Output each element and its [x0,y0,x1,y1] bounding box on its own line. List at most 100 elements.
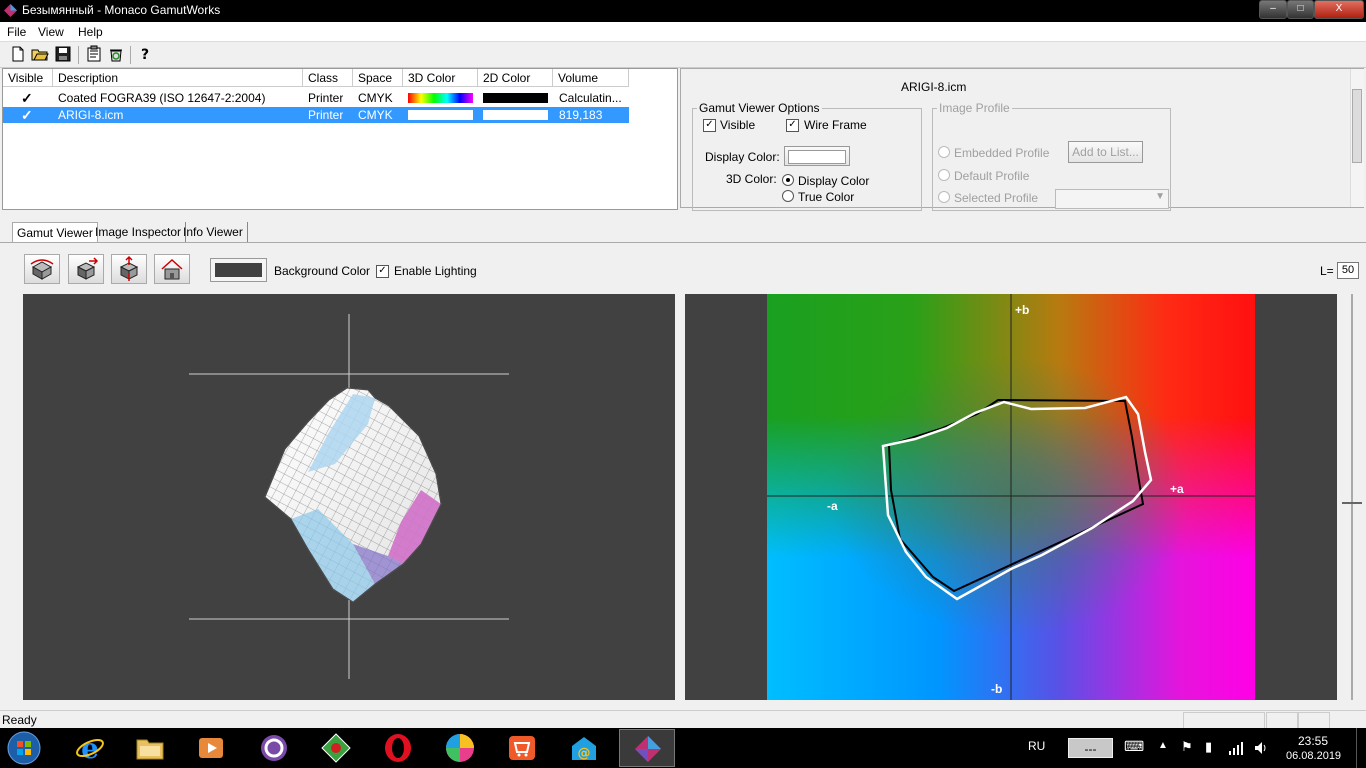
column-header-2d-color[interactable]: 2D Color [478,69,553,87]
l-slider-track[interactable] [1351,294,1353,700]
media-player-icon[interactable] [195,732,227,764]
menu-view[interactable]: View [38,25,64,39]
tray-input-button[interactable]: --- [1068,738,1113,758]
axis-label-plus-b: +b [1015,303,1030,317]
status-pane [1183,712,1265,729]
status-bar: Ready [0,710,1366,729]
rotate-view-button[interactable] [24,254,60,284]
l-slider-thumb[interactable] [1342,502,1362,504]
menu-help[interactable]: Help [78,25,103,39]
close-button[interactable]: X [1314,0,1364,19]
battery-icon[interactable]: ▮ [1205,739,1212,755]
options-scrollbar[interactable] [1350,69,1364,207]
gamut-3d-view[interactable] [23,294,675,700]
active-task-highlight[interactable] [619,729,675,767]
gamut-viewer-options-legend: Gamut Viewer Options [699,101,820,115]
row-2d-color-swatch[interactable] [483,110,548,120]
toolbar: ? [0,42,1366,68]
minimize-button[interactable]: ‒ [1259,0,1287,19]
show-desktop-button[interactable] [1356,728,1366,768]
true-color-radio[interactable] [782,190,794,202]
tab-info-viewer[interactable]: Info Viewer [179,222,248,242]
menu-file[interactable]: File [7,25,26,39]
gamutworks-app-icon [635,736,661,762]
default-profile-radio[interactable] [938,169,950,181]
visible-checkbox[interactable]: ✓ [703,119,716,132]
windows-start-icon[interactable] [6,730,42,766]
column-header-volume[interactable]: Volume [553,69,629,87]
volume-icon[interactable] [1254,741,1268,755]
options-panel: ARIGI-8.icm Gamut Viewer Options ✓ Visib… [680,68,1364,211]
properties-icon[interactable] [85,45,103,63]
move-view-button[interactable] [68,254,104,284]
axis-label-minus-a: -a [827,499,838,513]
wire-frame-checkbox[interactable]: ✓ [786,119,799,132]
tab-divider [0,242,1366,243]
row-description: Coated FOGRA39 (ISO 12647-2:2004) [58,91,266,105]
explorer-folder-icon[interactable] [134,732,166,764]
internet-explorer-icon[interactable]: e [74,732,106,764]
svg-text:@: @ [578,746,591,761]
tab-gamut-viewer[interactable]: Gamut Viewer [12,222,98,243]
toolbar-separator [130,46,131,64]
open-icon[interactable] [31,45,49,63]
gamut-green-app-icon[interactable] [320,732,352,764]
row-3d-color-swatch[interactable] [408,93,473,103]
recycle-icon[interactable] [107,45,125,63]
maximize-button[interactable]: □ [1287,0,1314,19]
zoom-view-button[interactable] [111,254,147,284]
row-3d-color-swatch[interactable] [408,110,473,120]
selected-profile-label: Selected Profile [954,191,1039,205]
language-indicator[interactable]: RU [1028,739,1045,753]
help-icon[interactable]: ? [136,45,154,63]
gamut-2d-plot[interactable]: +b -b +a -a [685,294,1337,700]
new-icon[interactable] [9,45,27,63]
row-2d-color-swatch[interactable] [483,93,548,103]
tab-image-inspector[interactable]: Image Inspector [91,222,187,242]
column-header-visible[interactable]: Visible [3,69,53,87]
visible-check[interactable]: ✓ [21,90,33,106]
visible-label: Visible [720,118,756,132]
selected-profile-name: ARIGI-8.icm [901,80,967,94]
save-icon[interactable] [54,45,72,63]
title-bar: Безымянный - Monaco GamutWorks ‒ □ X [0,0,1366,22]
embedded-profile-radio[interactable] [938,146,950,158]
add-to-list-button[interactable]: Add to List... [1068,141,1143,163]
background-color-button[interactable] [210,258,267,282]
l-value-field[interactable]: 50 [1337,262,1359,279]
circle-app-icon[interactable] [258,732,290,764]
table-row[interactable]: ✓ ARIGI-8.icm Printer CMYK 819,183 [3,107,629,123]
display-color-swatch-button[interactable] [784,146,850,166]
column-header-3d-color[interactable]: 3D Color [403,69,478,87]
clock-time[interactable]: 23:55 [1298,734,1328,748]
column-header-class[interactable]: Class [303,69,353,87]
row-class: Printer [308,91,344,105]
toolbar-separator [78,46,79,64]
selected-profile-dropdown[interactable]: ▼ [1055,189,1169,209]
shop-icon[interactable] [506,732,538,764]
action-center-flag-icon[interactable]: ⚑ [1181,739,1193,755]
visible-check[interactable]: ✓ [21,107,33,123]
network-signal-icon[interactable] [1228,741,1244,755]
display-color-radio[interactable] [782,174,794,186]
embedded-profile-label: Embedded Profile [954,146,1050,160]
taskbar: e @ RU --- ⌨ ▲ ⚑ ▮ 23:55 06.08.2019 [0,728,1366,768]
scrollbar-thumb[interactable] [1352,89,1362,163]
selected-profile-radio[interactable] [938,191,950,203]
wire-frame-label: Wire Frame [804,118,867,132]
column-header-description[interactable]: Description [53,69,303,87]
enable-lighting-checkbox[interactable]: ✓ [376,265,389,278]
table-row[interactable]: ✓ Coated FOGRA39 (ISO 12647-2:2004) Prin… [3,90,629,106]
status-pane [1266,712,1298,729]
colorful-ball-icon[interactable] [444,732,476,764]
column-header-space[interactable]: Space [353,69,403,87]
3d-color-label: 3D Color: [726,172,777,186]
profiles-table: Visible Description Class Space 3D Color… [2,68,678,210]
clock-date[interactable]: 06.08.2019 [1286,750,1341,762]
opera-icon[interactable] [382,732,414,764]
show-hidden-icons-icon[interactable]: ▲ [1158,740,1168,751]
home-view-button[interactable] [154,254,190,284]
keyboard-icon[interactable]: ⌨ [1124,738,1144,755]
axis-label-plus-a: +a [1170,482,1184,496]
mail-at-icon[interactable]: @ [568,732,600,764]
